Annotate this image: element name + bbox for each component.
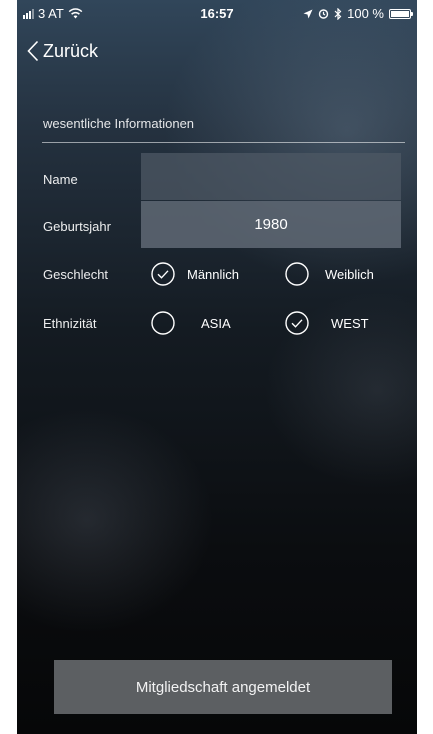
empty-circle-icon	[151, 311, 175, 335]
battery-icon	[389, 8, 413, 19]
gender-option-female-label: Weiblich	[325, 266, 374, 282]
name-label: Name	[43, 172, 78, 187]
gender-option-female[interactable]: Weiblich	[285, 262, 374, 286]
checked-circle-icon	[285, 311, 309, 335]
chevron-left-icon	[27, 40, 39, 62]
status-bar: 3 AT 16:57 100 %	[17, 0, 417, 26]
membership-registered-label: Mitgliedschaft angemeldet	[135, 678, 311, 696]
ethnicity-option-west[interactable]: WEST	[285, 311, 369, 335]
section-title: wesentliche Informationen	[43, 116, 195, 131]
section-divider	[42, 142, 405, 143]
birth-year-value: 1980	[254, 216, 288, 233]
gender-option-male-label: Männlich	[187, 266, 240, 282]
back-label: Zurück	[43, 40, 99, 61]
ethnicity-option-asia-label: ASIA	[201, 315, 231, 331]
ethnicity-label: Ethnizität	[43, 316, 97, 331]
birth-year-field[interactable]: 1980	[141, 201, 401, 248]
back-button[interactable]: Zurück	[27, 40, 98, 62]
status-right: 100 %	[303, 6, 413, 21]
bluetooth-icon	[334, 7, 342, 20]
battery-fill	[391, 10, 409, 17]
name-input[interactable]	[141, 153, 401, 200]
ethnicity-option-asia[interactable]: ASIA	[151, 311, 231, 335]
alarm-icon	[318, 9, 329, 19]
gender-option-male[interactable]: Männlich	[151, 262, 239, 286]
ethnicity-option-west-label: WEST	[331, 315, 369, 331]
location-arrow-icon	[303, 9, 313, 18]
gender-label: Geschlecht	[43, 267, 109, 282]
checked-circle-icon	[151, 262, 175, 286]
battery-percent: 100 %	[347, 6, 384, 21]
birth-year-label: Geburtsjahr	[43, 219, 111, 234]
app-screen: 3 AT 16:57 100 % Zurück wesentliche Info…	[17, 0, 417, 734]
membership-registered-button[interactable]: Mitgliedschaft angemeldet	[54, 660, 392, 714]
empty-circle-icon	[285, 262, 309, 286]
